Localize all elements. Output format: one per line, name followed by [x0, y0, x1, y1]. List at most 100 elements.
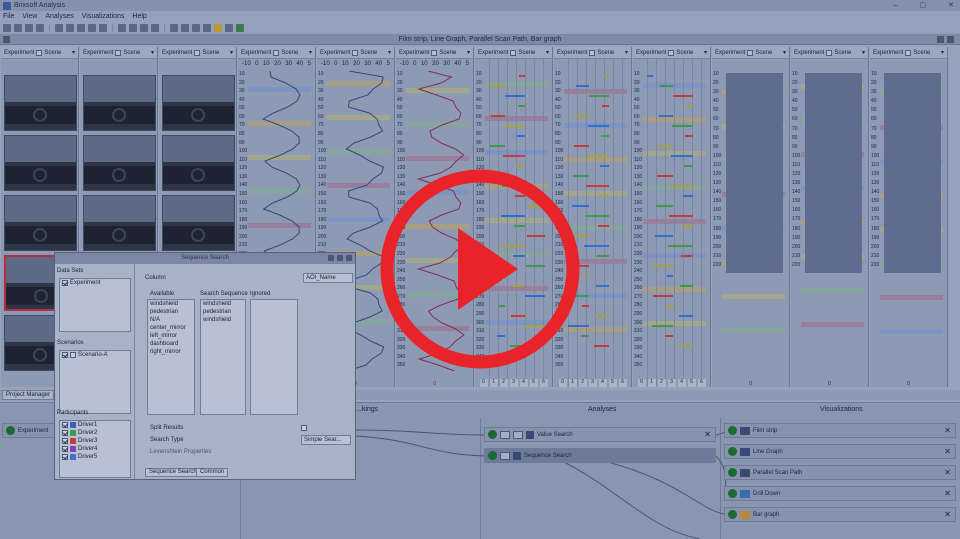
grid-icon[interactable]	[181, 23, 189, 32]
analysis-node-sequence-search[interactable]: Sequence Search	[484, 448, 716, 463]
split-results-checkbox[interactable]	[301, 425, 307, 431]
maximize-button[interactable]: ▢	[920, 0, 927, 11]
chevron-down-icon[interactable]: ▾	[941, 49, 944, 56]
available-item[interactable]: windshield	[148, 300, 194, 308]
chevron-down-icon[interactable]: ▾	[467, 49, 470, 56]
scene-checkbox[interactable]	[510, 49, 517, 56]
open-folder-icon[interactable]	[14, 23, 22, 32]
chevron-down-icon[interactable]: ▾	[230, 49, 233, 56]
film-frame-thumbnail[interactable]	[83, 75, 156, 131]
checkbox-icon[interactable]	[62, 430, 68, 436]
film-frame-thumbnail[interactable]	[4, 195, 77, 251]
available-item[interactable]: left_mirror	[148, 332, 194, 340]
visualization-panel[interactable]: Experiment Scene ▾ 10 20 30 40 50 60 70 80 90 100 110…	[712, 47, 790, 387]
scenario-item[interactable]: Scenario-A	[60, 351, 130, 359]
filter-icon[interactable]	[99, 23, 107, 32]
heatmap-icon[interactable]	[214, 23, 222, 32]
film-frame-thumbnail[interactable]	[162, 195, 235, 251]
film-frame-thumbnail[interactable]	[162, 135, 235, 191]
experiment-filter[interactable]: Experiment	[320, 50, 350, 56]
checkbox-icon[interactable]	[62, 352, 68, 358]
data-sets-list[interactable]: Experiment	[59, 278, 131, 332]
close-window-button[interactable]: ✕	[948, 0, 954, 11]
search-icon[interactable]	[151, 23, 159, 32]
scene-checkbox[interactable]	[352, 49, 359, 56]
available-item[interactable]: dashboard	[148, 340, 194, 348]
search-sequence-item[interactable]: pedestrian	[201, 308, 245, 316]
chevron-down-icon[interactable]: ▾	[625, 49, 628, 56]
participant-item[interactable]: Driver5	[60, 453, 130, 461]
scene-checkbox[interactable]	[431, 49, 438, 56]
chevron-down-icon[interactable]: ▾	[309, 49, 312, 56]
scene-checkbox[interactable]	[826, 49, 833, 56]
column-select[interactable]: AOI_Name	[303, 273, 353, 283]
experiment-filter[interactable]: Experiment	[794, 50, 824, 56]
data-set-item[interactable]: Experiment	[60, 279, 130, 287]
strip-close-icon[interactable]	[947, 36, 954, 43]
remove-visualization-icon[interactable]: ✕	[944, 447, 951, 456]
remove-visualization-icon[interactable]: ✕	[944, 468, 951, 477]
tab-sequence-search[interactable]: Sequence Search	[145, 468, 201, 477]
scenarios-list[interactable]: Scenario-A	[59, 350, 131, 414]
remove-visualization-icon[interactable]: ✕	[944, 510, 951, 519]
checkbox-icon[interactable]	[62, 446, 68, 452]
menu-help[interactable]: Help	[132, 13, 146, 20]
available-item[interactable]: N/A	[148, 316, 194, 324]
chevron-down-icon[interactable]: ▾	[704, 49, 707, 56]
table-icon[interactable]	[55, 23, 63, 32]
scene-checkbox[interactable]	[194, 49, 201, 56]
search-type-select[interactable]: Simple Sear...	[301, 435, 351, 445]
checkbox-icon[interactable]	[70, 352, 76, 358]
dialog-restore-icon[interactable]	[337, 255, 343, 261]
checkbox-icon[interactable]	[62, 422, 68, 428]
experiment-filter[interactable]: Experiment	[241, 50, 271, 56]
remove-analysis-icon[interactable]: ✕	[704, 430, 711, 439]
search-sequence-list[interactable]: windshield pedestrian windshield	[200, 299, 246, 415]
scene-checkbox[interactable]	[905, 49, 912, 56]
import-icon[interactable]	[36, 23, 44, 32]
available-item[interactable]: right_mirror	[148, 348, 194, 356]
visualization-node[interactable]: Parallel Scan Path ✕	[724, 465, 956, 480]
experiment-filter[interactable]: Experiment	[83, 50, 113, 56]
split-icon[interactable]	[88, 23, 96, 32]
chevron-down-icon[interactable]: ▾	[72, 49, 75, 56]
scene-checkbox[interactable]	[589, 49, 596, 56]
strip-float-icon[interactable]	[937, 36, 944, 43]
participants-list[interactable]: Driver1 Driver2 Driver3 Driver4 Driver5	[59, 420, 131, 478]
participant-item[interactable]: Driver4	[60, 445, 130, 453]
ignored-list[interactable]	[250, 299, 298, 415]
visualization-node[interactable]: Film strip ✕	[724, 423, 956, 438]
experiment-filter[interactable]: Experiment	[636, 50, 666, 56]
merge-icon[interactable]	[77, 23, 85, 32]
visualization-panel[interactable]: Experiment Scene ▾ 10 20 30 40 50 60 70 80 90 100 110…	[396, 47, 474, 387]
checkbox-icon[interactable]	[62, 280, 68, 286]
film-frame-thumbnail[interactable]	[83, 135, 156, 191]
chevron-down-icon[interactable]: ▾	[862, 49, 865, 56]
available-list[interactable]: windshield pedestrian N/A center_mirror left…	[147, 299, 195, 415]
scene-checkbox[interactable]	[36, 49, 43, 56]
chevron-down-icon[interactable]: ▾	[783, 49, 786, 56]
save-icon[interactable]	[25, 23, 33, 32]
participant-item[interactable]: Driver2	[60, 429, 130, 437]
chart-icon[interactable]	[192, 23, 200, 32]
visualization-panel[interactable]: Experiment Scene ▾ 10 20 30 40 50 60 70 80 90 100 110…	[791, 47, 869, 387]
analysis-node-value-search[interactable]: Value Search ✕	[484, 427, 716, 442]
tab-common[interactable]: Common	[196, 468, 229, 477]
visualization-panel[interactable]: Experiment Scene ▾ 10 20 30 40 50 60 70 80 90 100 110…	[554, 47, 632, 387]
visualization-node[interactable]: Bar graph ✕	[724, 507, 956, 522]
scene-checkbox[interactable]	[668, 49, 675, 56]
checkbox-icon[interactable]	[62, 438, 68, 444]
menu-visualizations[interactable]: Visualizations	[82, 13, 125, 20]
chevron-down-icon[interactable]: ▾	[151, 49, 154, 56]
participant-item[interactable]: Driver3	[60, 437, 130, 445]
text-icon[interactable]	[129, 23, 137, 32]
available-item[interactable]: center_mirror	[148, 324, 194, 332]
search-sequence-item[interactable]: windshield	[201, 316, 245, 324]
tab-project-manager[interactable]: Project Manager	[2, 390, 55, 400]
menu-file[interactable]: File	[3, 13, 14, 20]
experiment-filter[interactable]: Experiment	[478, 50, 508, 56]
scene-checkbox[interactable]	[747, 49, 754, 56]
dialog-minimize-icon[interactable]	[328, 255, 334, 261]
remove-visualization-icon[interactable]: ✕	[944, 489, 951, 498]
checkbox-icon[interactable]	[62, 454, 68, 460]
